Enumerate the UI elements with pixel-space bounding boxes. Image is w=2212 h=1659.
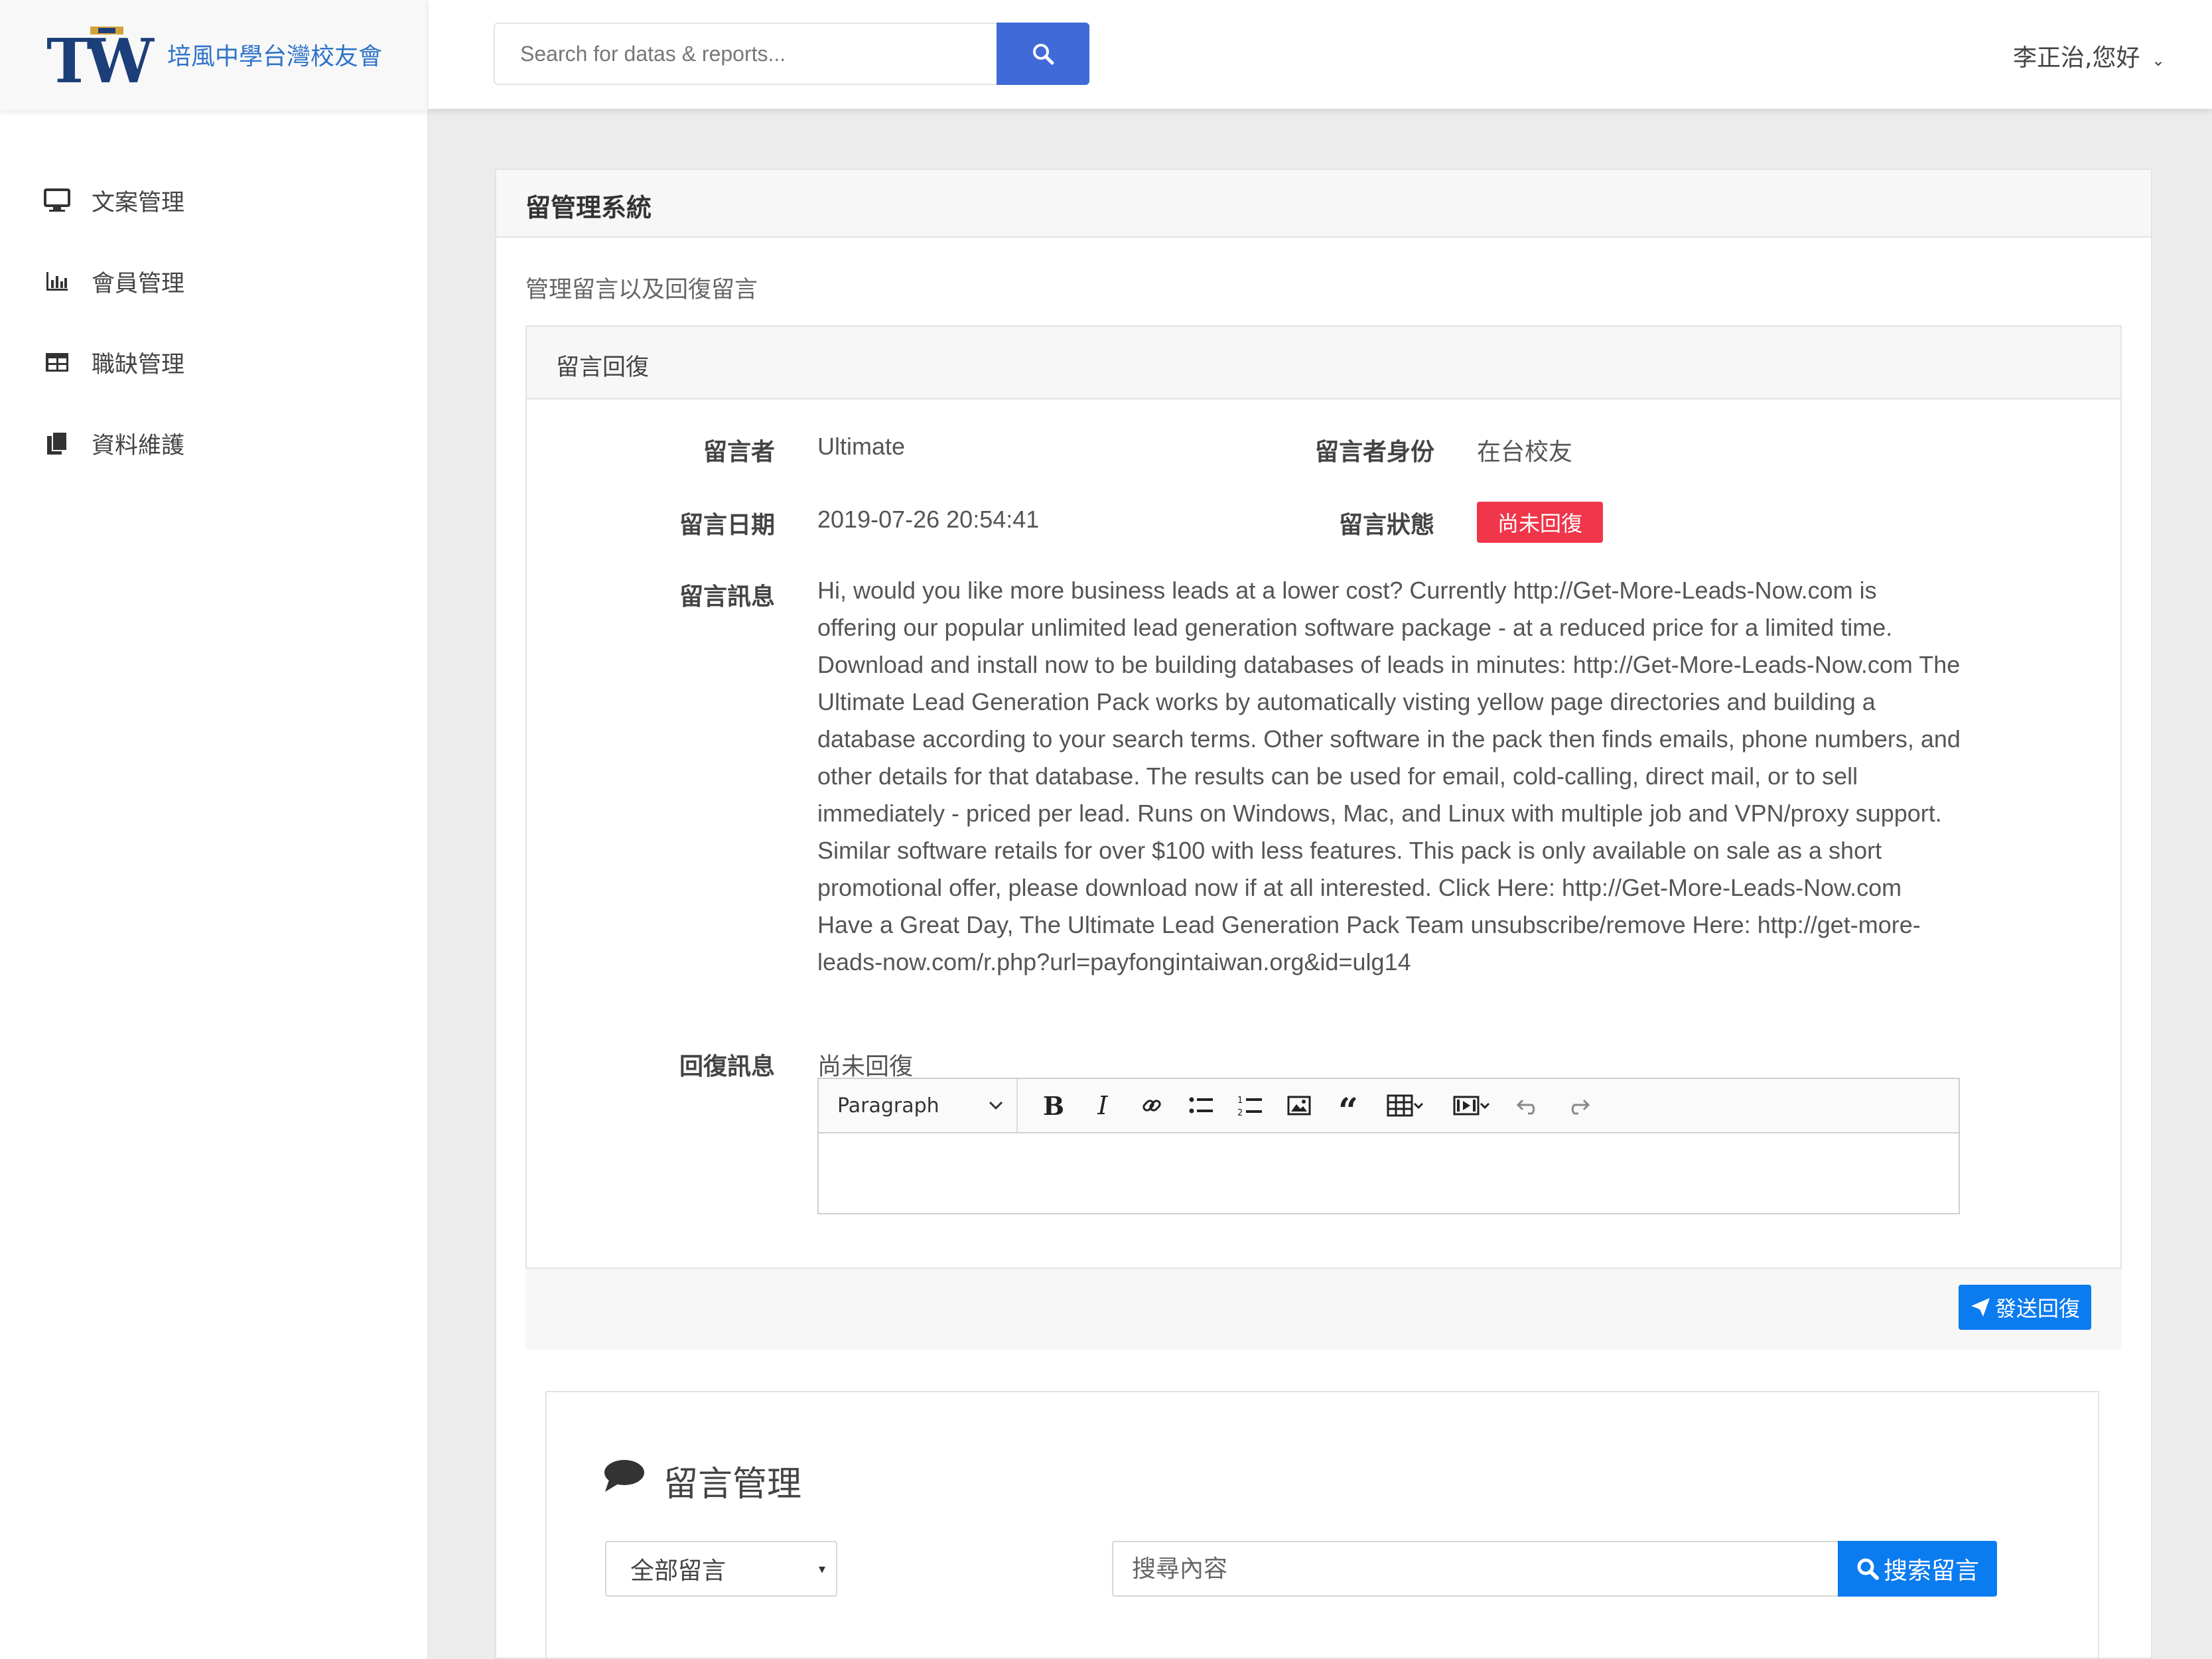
undo-button[interactable] bbox=[1510, 1086, 1547, 1125]
comment-icon bbox=[602, 1459, 646, 1496]
date-value: 2019-07-26 20:54:41 bbox=[817, 506, 1040, 533]
message-search-button[interactable]: 搜索留言 bbox=[1838, 1541, 1997, 1597]
bold-icon: B bbox=[1042, 1090, 1065, 1121]
bullet-list-button[interactable] bbox=[1182, 1086, 1219, 1125]
sidebar-item-label: 資料維護 bbox=[92, 432, 185, 459]
card-header bbox=[495, 169, 2152, 238]
image-button[interactable] bbox=[1280, 1086, 1318, 1125]
message-body: Hi, would you like more business leads a… bbox=[817, 577, 1961, 975]
bullet-list-icon bbox=[1189, 1097, 1213, 1114]
image-icon bbox=[1287, 1096, 1311, 1116]
message-label: 留言訊息 bbox=[679, 583, 775, 611]
caret-down-icon: ▾ bbox=[818, 1561, 825, 1577]
date-label: 留言日期 bbox=[679, 512, 775, 539]
monitor-icon bbox=[42, 186, 72, 215]
redo-icon bbox=[1571, 1099, 1590, 1115]
sidebar bbox=[0, 0, 429, 1659]
status-label: 留言狀態 bbox=[1338, 512, 1434, 539]
paragraph-format-select[interactable]: Paragraph bbox=[819, 1079, 1018, 1132]
numbered-list-button[interactable]: 12 bbox=[1231, 1086, 1269, 1125]
chevron-down-icon bbox=[1413, 1102, 1424, 1109]
user-greeting: 李正治,您好 bbox=[2013, 44, 2140, 72]
page-subtitle: 管理留言以及回復留言 bbox=[525, 277, 758, 303]
sidebar-item-members[interactable]: 會員管理 bbox=[42, 255, 414, 308]
sidebar-item-label: 會員管理 bbox=[92, 270, 185, 297]
italic-icon: I bbox=[1097, 1091, 1108, 1120]
sidebar-item-jobs[interactable]: 職缺管理 bbox=[42, 336, 414, 389]
message-search-input[interactable] bbox=[1112, 1541, 1839, 1597]
search-icon bbox=[1857, 1558, 1879, 1580]
table-button[interactable] bbox=[1380, 1086, 1430, 1125]
table-icon bbox=[42, 348, 72, 377]
page-title: 留管理系統 bbox=[525, 193, 652, 222]
chevron-down-icon bbox=[989, 1101, 1003, 1110]
bold-button[interactable]: B bbox=[1035, 1086, 1072, 1125]
copy-icon bbox=[42, 429, 72, 458]
brand-name: 培風中學台灣校友會 bbox=[167, 43, 383, 70]
send-reply-button[interactable]: 發送回復 bbox=[1959, 1285, 2091, 1330]
logo-icon: TW bbox=[46, 24, 161, 97]
reply-label: 回復訊息 bbox=[679, 1053, 775, 1080]
media-icon bbox=[1453, 1096, 1480, 1116]
message-management-panel bbox=[545, 1391, 2099, 1659]
search-icon bbox=[1033, 44, 1054, 65]
redo-button[interactable] bbox=[1559, 1086, 1596, 1125]
identity-value: 在台校友 bbox=[1477, 439, 1573, 466]
logo-area[interactable]: TW 培風中學台灣校友會 bbox=[0, 0, 429, 110]
chevron-down-icon: ⌄ bbox=[2151, 51, 2166, 70]
sidebar-item-data[interactable]: 資料維護 bbox=[42, 417, 414, 470]
search-input[interactable] bbox=[494, 23, 998, 85]
link-button[interactable] bbox=[1133, 1086, 1170, 1125]
reply-panel-title: 留言回復 bbox=[556, 354, 650, 381]
author-label: 留言者 bbox=[703, 439, 775, 466]
bar-chart-icon bbox=[42, 267, 72, 296]
link-icon bbox=[1142, 1100, 1161, 1112]
send-reply-label: 發送回復 bbox=[1994, 1296, 2080, 1321]
reply-panel-header bbox=[525, 325, 2122, 399]
reply-footer bbox=[525, 1267, 2122, 1350]
media-button[interactable] bbox=[1446, 1086, 1497, 1125]
svg-text:2: 2 bbox=[1237, 1108, 1243, 1117]
table-icon bbox=[1387, 1094, 1413, 1117]
author-value: Ultimate bbox=[817, 433, 906, 460]
italic-button[interactable]: I bbox=[1084, 1086, 1121, 1125]
user-menu[interactable]: 李正治,您好 ⌄ bbox=[2013, 38, 2165, 73]
sidebar-item-label: 職缺管理 bbox=[92, 351, 185, 378]
message-search-label: 搜索留言 bbox=[1883, 1557, 1979, 1585]
reply-value: 尚未回復 bbox=[817, 1053, 914, 1080]
paragraph-format-value: Paragraph bbox=[837, 1094, 939, 1118]
quote-icon: “ bbox=[1338, 1091, 1358, 1131]
quote-button[interactable]: “ bbox=[1330, 1086, 1367, 1131]
message-filter-select[interactable]: 全部留言 ▾ bbox=[605, 1541, 837, 1597]
search-button[interactable] bbox=[997, 23, 1089, 85]
chevron-down-icon bbox=[1480, 1102, 1490, 1109]
identity-label: 留言者身份 bbox=[1314, 439, 1434, 466]
svg-text:1: 1 bbox=[1237, 1096, 1243, 1106]
status-badge: 尚未回復 bbox=[1477, 502, 1603, 543]
sidebar-item-label: 文案管理 bbox=[92, 189, 185, 216]
svg-text:TW: TW bbox=[46, 25, 155, 88]
message-filter-value: 全部留言 bbox=[630, 1557, 726, 1585]
message-management-title: 留言管理 bbox=[663, 1465, 802, 1504]
send-icon bbox=[1970, 1298, 1990, 1317]
undo-icon bbox=[1516, 1099, 1535, 1115]
sidebar-item-content[interactable]: 文案管理 bbox=[42, 174, 414, 227]
numbered-list-icon: 12 bbox=[1237, 1096, 1262, 1117]
